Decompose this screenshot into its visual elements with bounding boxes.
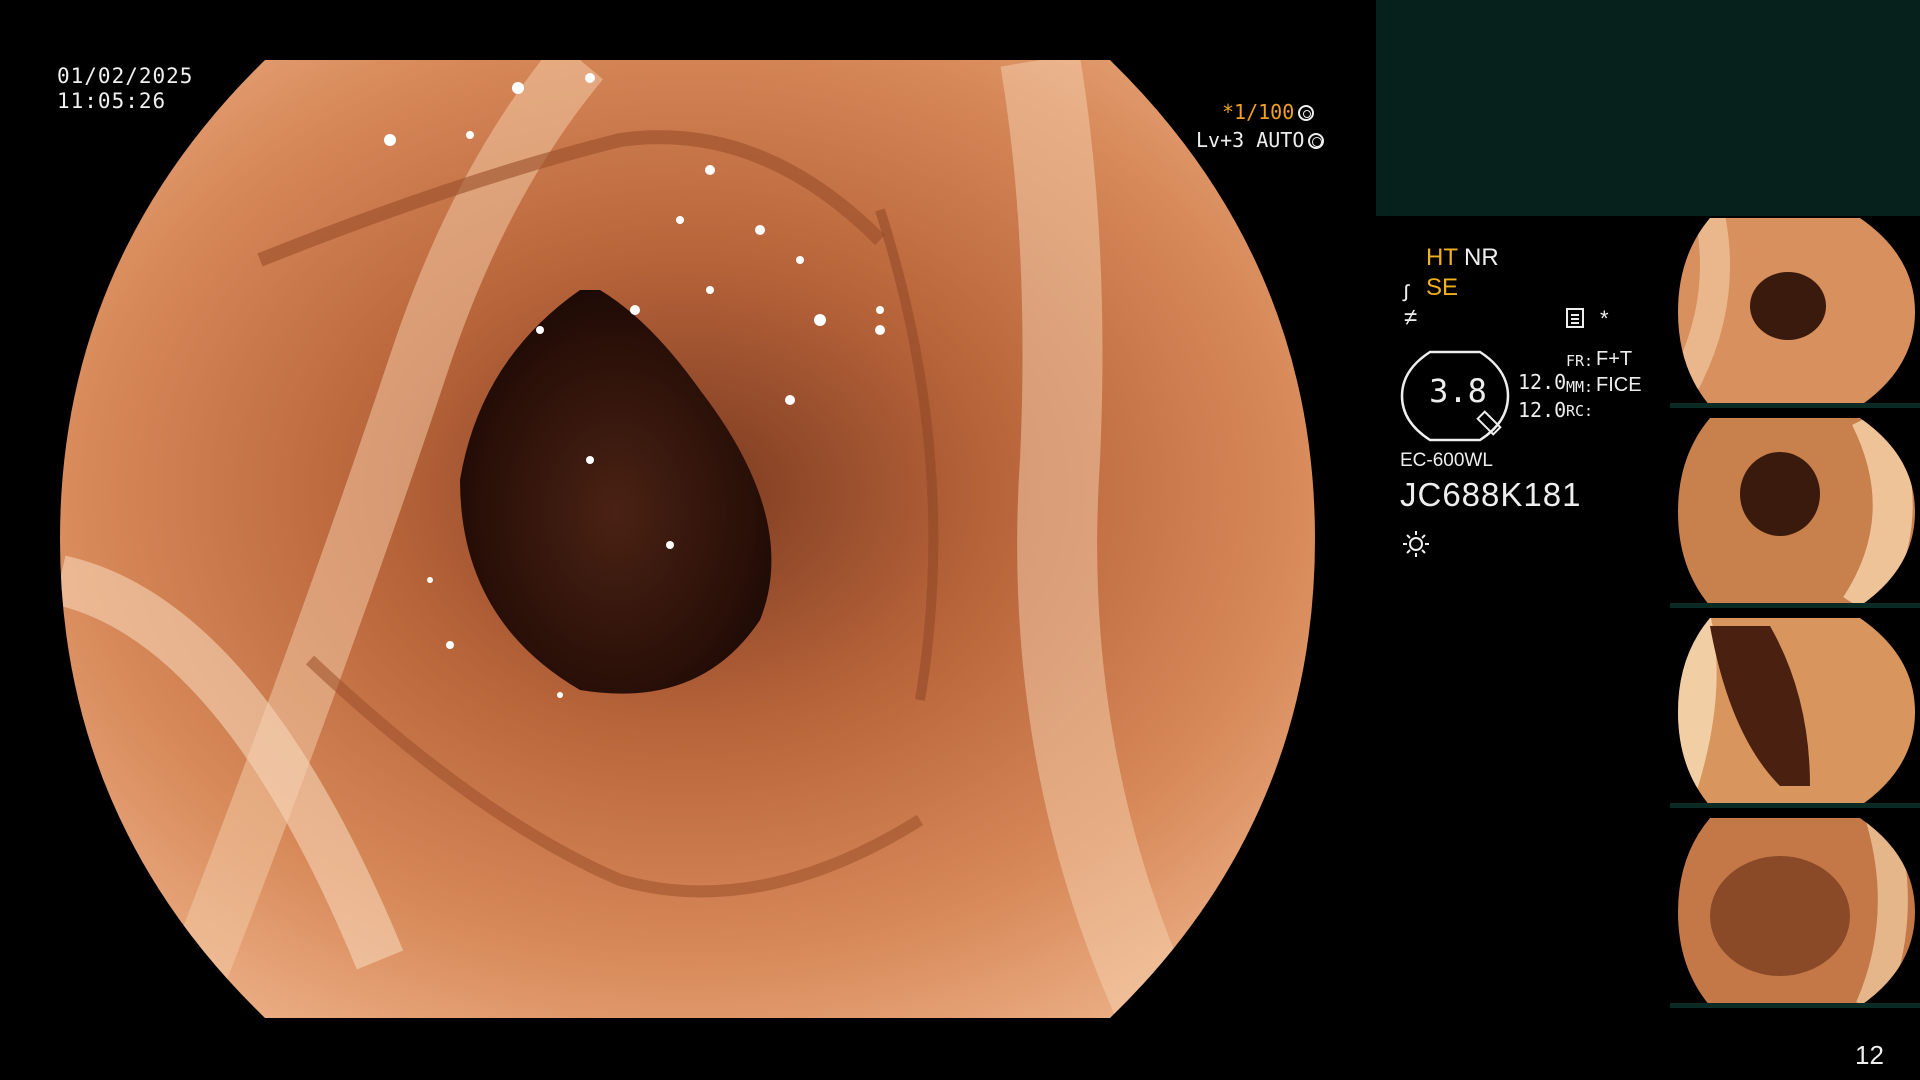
nr-label: NR (1464, 244, 1499, 271)
value-2: 12.0 (1518, 398, 1567, 422)
fr-label: FR: (1566, 352, 1594, 370)
f-icon: ≠ (1404, 304, 1418, 331)
fr-value: F+T (1596, 348, 1633, 370)
scope-model: EC-600WL (1400, 450, 1493, 471)
thumbnail-2[interactable] (1670, 416, 1920, 608)
thumbnail-bar (1670, 603, 1920, 608)
shutter-icon (1298, 105, 1315, 121)
value-1: 12.0 (1518, 370, 1567, 394)
menu-icon (1566, 308, 1584, 328)
ht-label: HT (1426, 244, 1458, 271)
level-indicator: Lv+3 AUTO (1196, 128, 1325, 152)
scale-value: 3.8 (1429, 372, 1487, 410)
scope-serial: JC688K181 (1400, 476, 1582, 513)
date-text: 01/02/2025 (57, 64, 194, 88)
shutter-text: *1/100 (1222, 100, 1295, 124)
level-text: Lv+3 AUTO (1196, 128, 1305, 152)
mm-label: MM: (1566, 378, 1594, 396)
endoscope-main-view (60, 60, 1315, 1018)
thumbnail-bar (1670, 403, 1920, 408)
thumbnail-bar (1670, 803, 1920, 808)
page-number: 12 (1855, 1040, 1884, 1070)
thumbnail-3[interactable] (1670, 616, 1920, 808)
datetime-display: 01/02/2025 11:05:26 (57, 64, 193, 114)
se-label: SE (1426, 274, 1459, 301)
light-icon (1403, 531, 1429, 557)
auto-icon (1308, 133, 1325, 149)
thumbnail-4[interactable] (1670, 816, 1920, 1008)
thumbnail-bar (1670, 1003, 1920, 1008)
shutter-indicator: *1/100 (1222, 100, 1315, 124)
time-text: 11:05:26 (57, 89, 167, 113)
thumbnail-1[interactable] (1670, 216, 1920, 408)
star-indicator: * (1600, 306, 1609, 331)
mm-value: FICE (1596, 374, 1642, 396)
top-panel (1376, 0, 1920, 216)
rc-label: RC: (1566, 402, 1594, 420)
info-panel: HT NR ꭍ SE ≠ * 3.8 12.0 12.0 FR: F+T MM:… (1400, 240, 1670, 580)
